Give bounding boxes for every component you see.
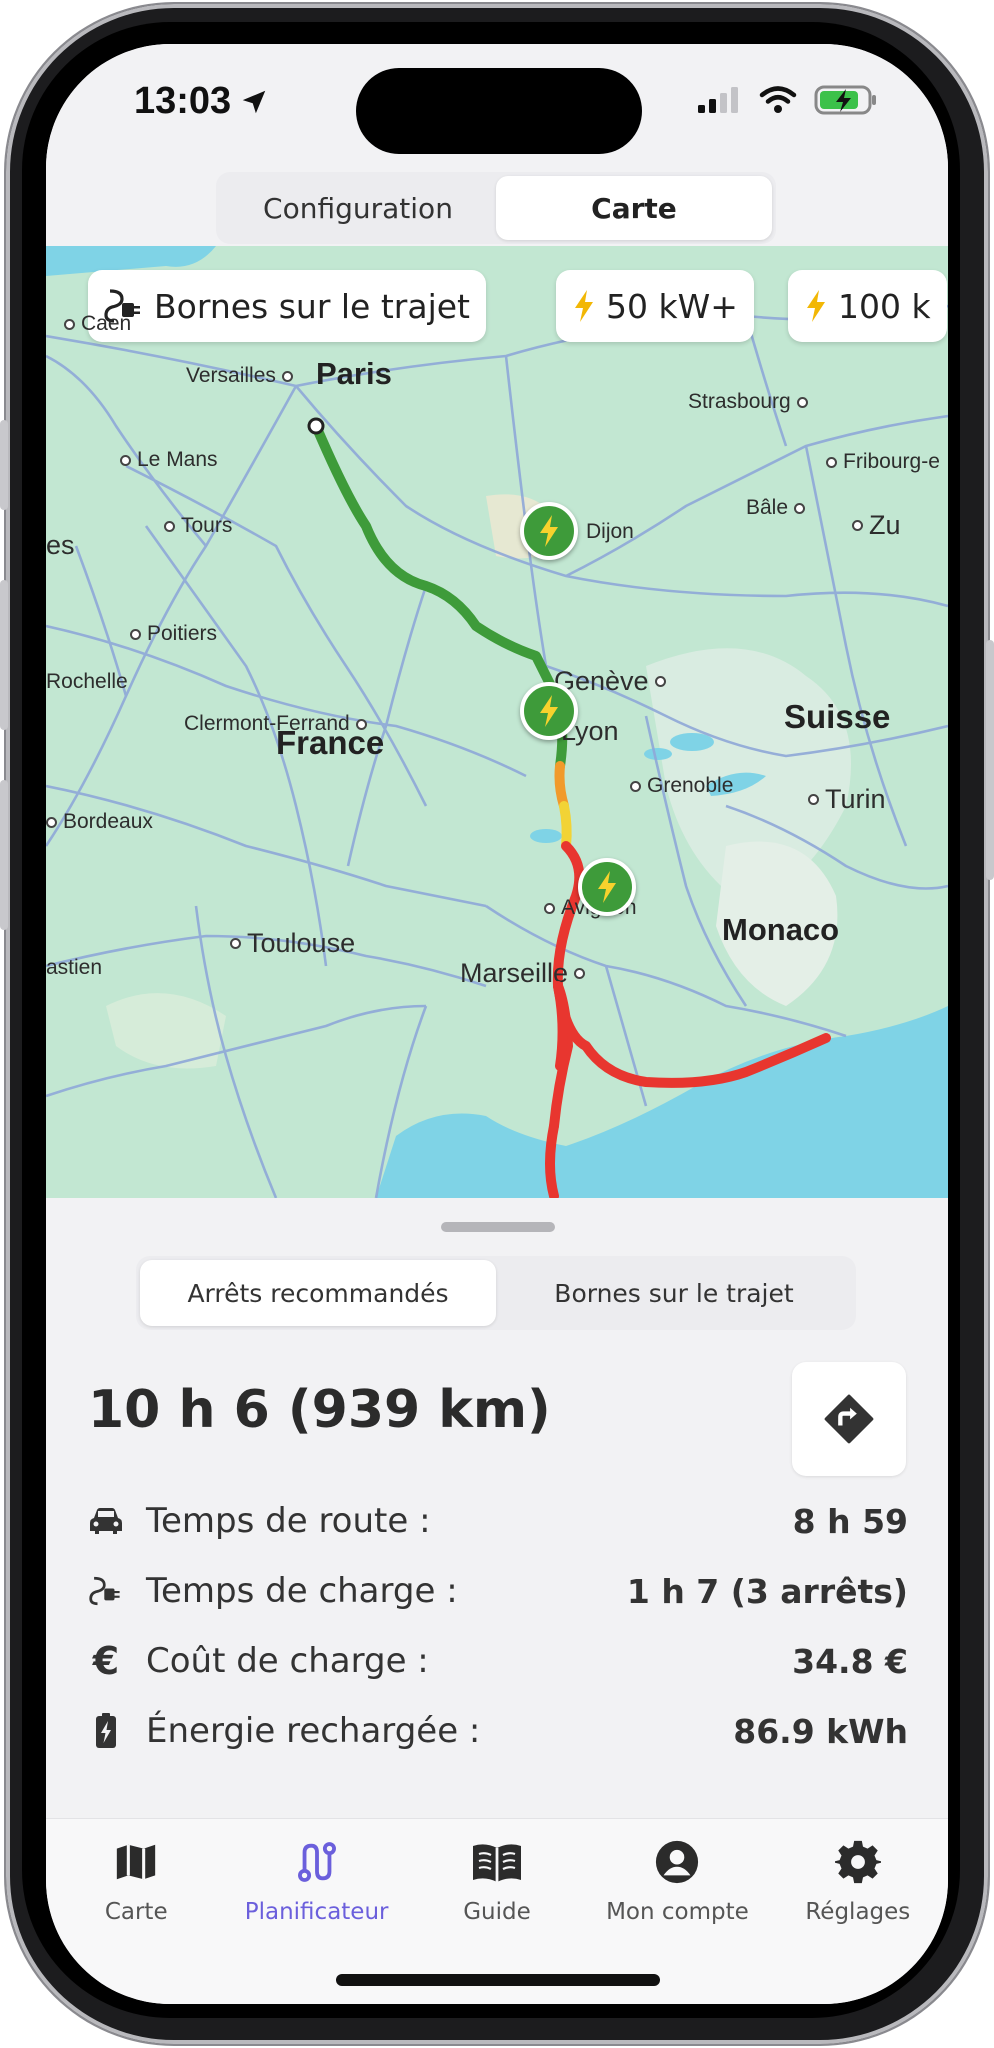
filter-chip-bornes[interactable]: Bornes sur le trajet (88, 270, 486, 342)
map-city-clermont: Clermont-Ferrand (184, 712, 367, 736)
side-button (0, 780, 8, 930)
location-arrow-icon (242, 90, 266, 113)
stat-label: Temps de charge : (146, 1571, 458, 1611)
directions-icon (824, 1394, 874, 1444)
route-map[interactable]: Bornes sur le trajet 50 kW+ 100 k France… (46, 246, 948, 1198)
gear-icon (834, 1840, 881, 1884)
charge-stop-pin[interactable] (578, 858, 636, 916)
tabbar-item-planificateur[interactable]: Planificateur (226, 1839, 406, 1949)
tab-label: Guide (463, 1899, 531, 1925)
filter-chip-label: 50 kW+ (606, 286, 738, 326)
top-segment-wrapper: Configuration Carte (46, 164, 948, 246)
map-label-suisse: Suisse (784, 698, 891, 735)
battery-charging-icon (814, 85, 876, 115)
map-city-tours: Tours (164, 514, 232, 538)
map-city-strasbourg: Strasbourg (688, 390, 808, 414)
map-city-bastien: astien (46, 956, 103, 979)
stat-value: 8 h 59 (792, 1501, 908, 1541)
map-city-bordeaux: Bordeaux (46, 810, 153, 834)
bolt-icon (540, 515, 558, 547)
map-city-poitiers: Poitiers (130, 622, 217, 646)
tab-arrets-recommandes[interactable]: Arrêts recommandés (140, 1260, 496, 1326)
map-city-rochelle: Rochelle (46, 670, 128, 693)
tab-configuration[interactable]: Configuration (220, 176, 496, 240)
tab-label: Planificateur (244, 1899, 389, 1925)
stat-label: Énergie rechargée : (146, 1711, 481, 1751)
screen: 13:03 Configuration Carte Bornes sur le … (46, 44, 948, 2004)
stat-label: Temps de route : (146, 1501, 431, 1541)
stat-row-energy: Énergie rechargée : 86.9 kWh (88, 1706, 908, 1756)
tabbar-item-guide[interactable]: Guide (407, 1839, 587, 1949)
tabbar-item-mon-compte[interactable]: Mon compte (587, 1839, 767, 1949)
side-button (0, 580, 8, 730)
status-time: 13:03 (134, 80, 269, 123)
map-city-zurich: Zu (852, 510, 901, 541)
trip-summary: 10 h 6 (939 km) (88, 1380, 551, 1440)
sheet-drag-handle[interactable] (441, 1222, 555, 1232)
map-city-fribourg: Fribourg-e (826, 450, 940, 474)
tab-bornes-sur-le-trajet[interactable]: Bornes sur le trajet (496, 1260, 852, 1326)
route-icon (297, 1842, 336, 1882)
view-segmented-control: Configuration Carte (216, 172, 776, 244)
filter-chip-label: Bornes sur le trajet (154, 286, 470, 326)
map-city-monaco: Monaco (722, 912, 840, 947)
tabbar-item-carte[interactable]: Carte (46, 1839, 226, 1949)
bolt-icon (598, 871, 616, 903)
map-city-toulouse: Toulouse (230, 928, 355, 959)
stat-label: Coût de charge : (146, 1641, 429, 1681)
side-button (986, 640, 994, 880)
map-icon (117, 1844, 156, 1880)
battery-charging-icon (88, 1713, 124, 1749)
tab-carte[interactable]: Carte (496, 176, 772, 240)
map-city-dijon: Dijon (586, 520, 634, 543)
map-city-le-mans: Le Mans (120, 448, 218, 472)
map-city-paris: Paris (316, 356, 392, 391)
map-city-turin: Turin (808, 784, 886, 815)
status-time-text: 13:03 (134, 80, 232, 122)
bolt-icon (807, 290, 825, 322)
filter-chip-100kw[interactable]: 100 k (788, 270, 947, 342)
book-icon (473, 1844, 522, 1882)
ev-plug-icon (88, 1573, 124, 1609)
stat-value: 1 h 7 (3 arrêts) (626, 1571, 908, 1611)
map-city-bale: Bâle (746, 496, 806, 520)
filter-chip-label: 100 k (838, 286, 931, 326)
tab-label: Mon compte (606, 1899, 749, 1925)
wifi-icon (759, 86, 797, 113)
euro-icon: € (92, 1639, 120, 1683)
map-city-marseille: Marseille (460, 958, 586, 989)
stat-row-driving-time: Temps de route : 8 h 59 (88, 1496, 908, 1546)
home-indicator[interactable] (336, 1974, 660, 1986)
bolt-icon (575, 290, 593, 322)
start-navigation-button[interactable] (792, 1362, 906, 1476)
cellular-signal-icon (698, 87, 738, 113)
route-summary-sheet: Arrêts recommandés Bornes sur le trajet … (46, 1198, 948, 1818)
route-start-marker (307, 417, 325, 435)
car-icon (88, 1503, 124, 1539)
map-city-caen: Caen (64, 312, 131, 336)
map-city-grenoble: Grenoble (630, 774, 733, 798)
charge-stop-pin[interactable] (520, 502, 578, 560)
stat-row-charging-time: Temps de charge : 1 h 7 (3 arrêts) (88, 1566, 908, 1616)
stat-value: 34.8 € (792, 1641, 908, 1681)
status-icons (696, 84, 878, 116)
map-city-versailles: Versailles (186, 364, 293, 388)
dynamic-island (356, 68, 642, 154)
charge-stop-pin[interactable] (520, 682, 578, 740)
tab-label: Carte (104, 1899, 168, 1925)
tab-label: Réglages (805, 1899, 911, 1925)
stat-value: 86.9 kWh (733, 1711, 908, 1751)
tabbar-item-reglages[interactable]: Réglages (768, 1839, 948, 1949)
status-bar: 13:03 (46, 44, 948, 164)
side-button (0, 420, 8, 510)
map-city-nantes: es (46, 530, 75, 560)
bottom-tab-bar: Carte Planificateur Guide Mon compte Rég… (46, 1818, 948, 2004)
filter-chip-50kw[interactable]: 50 kW+ (556, 270, 754, 342)
user-icon (656, 1840, 699, 1884)
bolt-icon (540, 695, 558, 727)
stops-segmented-control: Arrêts recommandés Bornes sur le trajet (136, 1256, 856, 1330)
stat-row-charging-cost: € Coût de charge : 34.8 € (88, 1636, 908, 1686)
